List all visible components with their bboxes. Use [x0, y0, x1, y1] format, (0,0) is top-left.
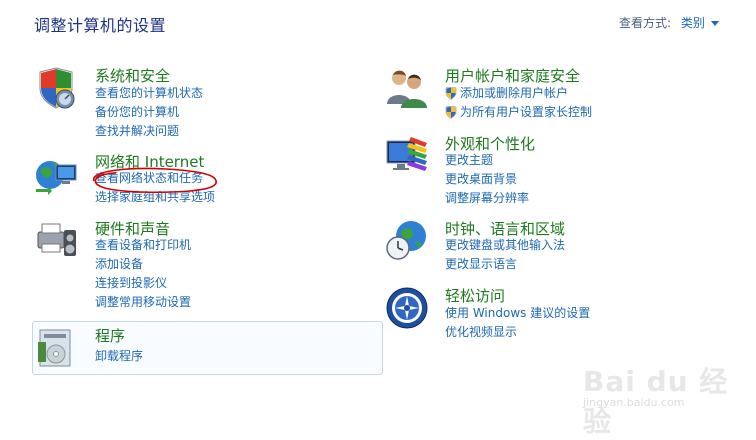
user-accounts-title[interactable]: 用户帐户和家庭安全: [445, 65, 580, 86]
backup-computer-link[interactable]: 备份您的计算机: [95, 103, 203, 122]
view-by-value[interactable]: 类别: [681, 16, 705, 30]
chevron-down-icon[interactable]: [710, 21, 719, 26]
category-hardware-sound: 硬件和声音 查看设备和打印机 添加设备 连接到投影仪 调整常用移动设置: [34, 218, 364, 313]
programs-title[interactable]: 程序: [95, 325, 125, 346]
printer-icon[interactable]: [34, 218, 78, 262]
change-theme-link[interactable]: 更改主题: [445, 151, 529, 170]
baidu-watermark: Bai du 经验 jingyan.baidu.com: [583, 360, 743, 438]
view-by-label: 查看方式:: [619, 16, 672, 30]
homegroup-sharing-link[interactable]: 选择家庭组和共享选项: [95, 188, 215, 207]
category-appearance: 外观和个性化 更改主题 更改桌面背景 调整屏幕分辨率: [385, 133, 715, 208]
ease-of-access-icon[interactable]: [385, 286, 429, 330]
uac-shield-icon: [445, 87, 457, 100]
add-remove-users-link[interactable]: 添加或删除用户帐户: [445, 84, 592, 103]
optimize-display-link[interactable]: 优化视频显示: [445, 323, 590, 342]
devices-printers-link[interactable]: 查看设备和打印机: [95, 236, 191, 255]
change-display-language-link[interactable]: 更改显示语言: [445, 255, 565, 274]
add-remove-users-label[interactable]: 添加或删除用户帐户: [460, 86, 568, 100]
uninstall-program-link[interactable]: 卸载程序: [95, 347, 143, 366]
programs-icon[interactable]: [34, 326, 78, 370]
page-title: 调整计算机的设置: [34, 16, 167, 35]
category-ease-of-access: 轻松访问 使用 Windows 建议的设置 优化视频显示: [385, 286, 715, 346]
connect-projector-link[interactable]: 连接到投影仪: [95, 274, 191, 293]
system-security-title[interactable]: 系统和安全: [95, 65, 170, 86]
view-by: 查看方式: 类别: [619, 14, 719, 31]
uac-shield-icon: [445, 106, 457, 119]
view-computer-status-link[interactable]: 查看您的计算机状态: [95, 84, 203, 103]
category-network-internet: 网络和 Internet 查看网络状态和任务 选择家庭组和共享选项: [34, 151, 364, 211]
view-network-status-link[interactable]: 查看网络状态和任务: [95, 169, 215, 188]
mobility-settings-link[interactable]: 调整常用移动设置: [95, 293, 191, 312]
change-desktop-background-link[interactable]: 更改桌面背景: [445, 170, 529, 189]
users-icon[interactable]: [385, 66, 429, 110]
category-programs: 程序 卸载程序: [34, 326, 364, 370]
appearance-icon[interactable]: [385, 133, 429, 177]
category-clock-language: 时钟、语言和区域 更改键盘或其他输入法 更改显示语言: [385, 218, 715, 278]
ease-of-access-title[interactable]: 轻松访问: [445, 285, 505, 306]
add-device-link[interactable]: 添加设备: [95, 255, 191, 274]
network-globe-icon[interactable]: [34, 151, 78, 195]
view-by-dropdown[interactable]: 类别: [681, 16, 719, 30]
category-system-security: 系统和安全 查看您的计算机状态 备份您的计算机 查找并解决问题: [34, 66, 364, 146]
category-user-accounts: 用户帐户和家庭安全 添加或删除用户帐户 为所有用户设置家长控制: [385, 66, 715, 126]
watermark-url: jingyan.baidu.com: [583, 396, 685, 409]
parental-controls-label[interactable]: 为所有用户设置家长控制: [460, 105, 592, 119]
adjust-resolution-link[interactable]: 调整屏幕分辨率: [445, 189, 529, 208]
recommended-settings-link[interactable]: 使用 Windows 建议的设置: [445, 304, 590, 323]
clock-globe-icon[interactable]: [385, 218, 429, 262]
troubleshoot-link[interactable]: 查找并解决问题: [95, 122, 203, 141]
change-keyboard-link[interactable]: 更改键盘或其他输入法: [445, 236, 565, 255]
parental-controls-link[interactable]: 为所有用户设置家长控制: [445, 103, 592, 122]
shield-icon[interactable]: [34, 66, 78, 110]
